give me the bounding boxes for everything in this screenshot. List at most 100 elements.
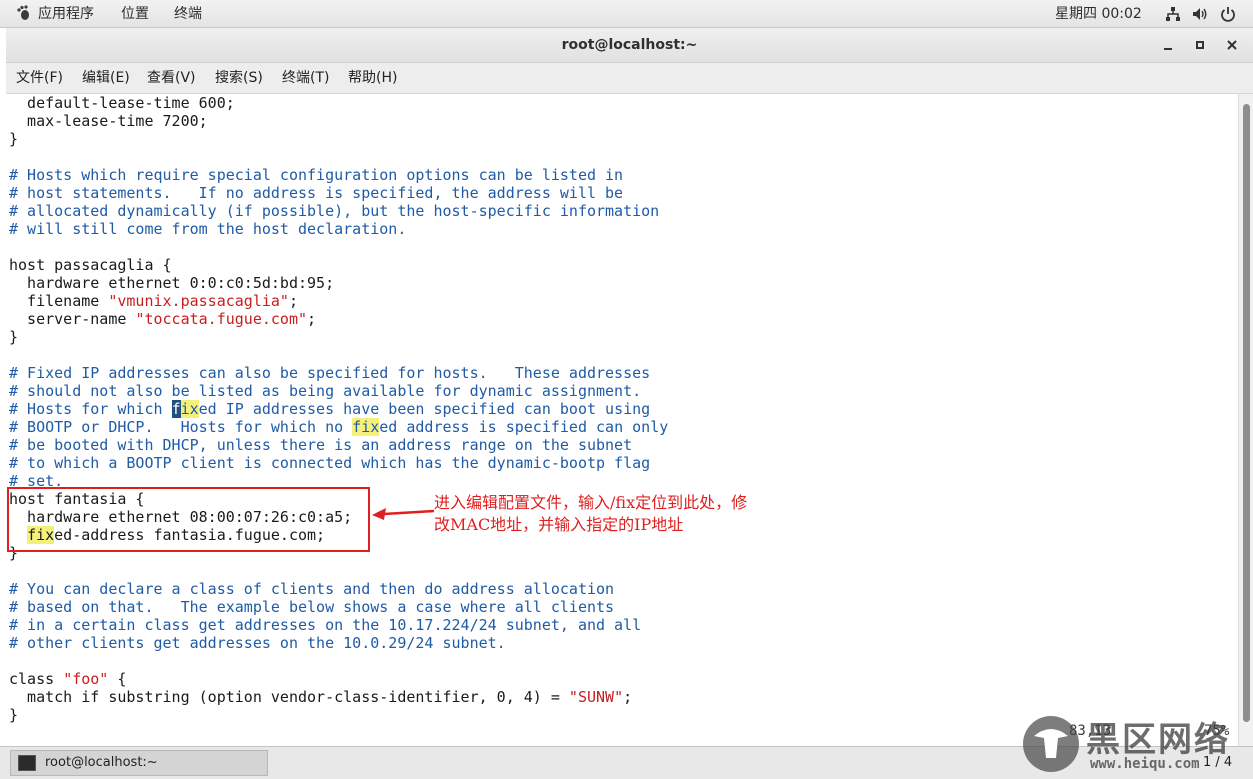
editor-line: match if substring (option vendor-class-… <box>9 688 632 706</box>
editor-token: match if substring (option vendor-class-… <box>9 688 569 706</box>
editor-token: hardware ethernet 0:0:c0:5d:bd:95; <box>9 274 335 292</box>
editor-line: } <box>9 130 18 148</box>
editor-token: # Fixed IP addresses can also be specifi… <box>9 364 651 382</box>
watermark: 黑区网络 www.heiqu.com <box>1018 712 1250 776</box>
menu-help[interactable]: 帮助(H) <box>348 69 397 87</box>
maximize-icon[interactable] <box>1193 38 1207 52</box>
editor-line: # other clients get addresses on the 10.… <box>9 634 506 652</box>
editor-token: "foo" <box>63 670 109 688</box>
editor-line: # allocated dynamically (if possible), b… <box>9 202 659 220</box>
editor-token: } <box>9 706 19 724</box>
editor-line: default-lease-time 600; <box>9 94 235 112</box>
watermark-text: 黑区网络 <box>1086 720 1230 760</box>
editor-token: ix <box>180 400 199 418</box>
editor-token: # allocated dynamically (if possible), b… <box>9 202 660 220</box>
editor-token: # Hosts which require special configurat… <box>9 166 624 184</box>
editor-token: fix <box>352 418 380 436</box>
menu-terminal[interactable]: 终端(T) <box>282 69 329 87</box>
watermark-logo-icon <box>1023 716 1079 772</box>
editor-token: class <box>9 670 64 688</box>
editor-token: filename <box>9 292 109 310</box>
editor-line: hardware ethernet 0:0:c0:5d:bd:95; <box>9 274 334 292</box>
editor-token: ed IP addresses have been specified can … <box>198 400 651 418</box>
editor-token: # should not also be listed as being ava… <box>9 382 642 400</box>
editor-line: # You can declare a class of clients and… <box>9 580 614 598</box>
editor-token: server-name <box>9 310 136 328</box>
editor-token: } <box>9 328 19 346</box>
taskbar-item-terminal[interactable]: root@localhost:~ <box>10 750 268 776</box>
editor-token: # other clients get addresses on the 10.… <box>9 634 506 652</box>
places-menu[interactable]: 位置 <box>121 4 149 24</box>
editor-line: # Hosts which require special configurat… <box>9 166 623 184</box>
minimize-icon[interactable] <box>1161 38 1175 52</box>
menu-search[interactable]: 搜索(S) <box>215 69 263 87</box>
applications-menu[interactable]: 应用程序 <box>38 4 94 24</box>
editor-line: } <box>9 706 18 724</box>
terminal-window: root@localhost:~ 文件(F) 编辑(E) 查看(V) 搜索(S)… <box>6 28 1253 746</box>
editor-line: server-name "toccata.fugue.com"; <box>9 310 316 328</box>
editor-token: "vmunix.passacaglia" <box>108 292 289 310</box>
editor-line: # host statements. If no address is spec… <box>9 184 623 202</box>
scrollbar[interactable] <box>1238 94 1253 746</box>
editor-token: host passacaglia { <box>9 256 172 274</box>
annotation-arrow-icon <box>372 508 435 520</box>
editor-token: # You can declare a class of clients and… <box>9 580 615 598</box>
editor-line: # will still come from the host declarat… <box>9 220 406 238</box>
editor-token: # Hosts for which <box>9 400 172 418</box>
editor-token: # to which a BOOTP client is connected w… <box>9 454 651 472</box>
editor-token: f <box>171 400 181 418</box>
annotation-highlight-box <box>7 487 370 552</box>
editor-token: { <box>108 670 127 688</box>
editor-token: # based on that. The example below shows… <box>9 598 615 616</box>
editor-token: } <box>9 130 19 148</box>
annotation-line-2: 改MAC地址，并输入指定的IP地址 <box>434 515 684 534</box>
clock[interactable]: 星期四 00:02 <box>1055 4 1142 24</box>
network-icon[interactable] <box>1165 6 1181 22</box>
terminal-menubar: 文件(F) 编辑(E) 查看(V) 搜索(S) 终端(T) 帮助(H) <box>6 63 1253 94</box>
editor-token: "toccata.fugue.com" <box>135 310 308 328</box>
taskbar-item-label: root@localhost:~ <box>45 755 158 770</box>
power-icon[interactable] <box>1220 6 1236 22</box>
window-titlebar[interactable]: root@localhost:~ <box>6 28 1253 63</box>
editor-token: max-lease-time 7200; <box>9 112 208 130</box>
editor-line: host passacaglia { <box>9 256 172 274</box>
editor-line: filename "vmunix.passacaglia"; <box>9 292 298 310</box>
window-title: root@localhost:~ <box>561 37 698 53</box>
editor-token: # be booted with DHCP, unless there is a… <box>9 436 633 454</box>
editor-line: # BOOTP or DHCP. Hosts for which no fixe… <box>9 418 668 436</box>
editor-token: # host statements. If no address is spec… <box>9 184 624 202</box>
editor-line: # be booted with DHCP, unless there is a… <box>9 436 632 454</box>
terminal-content[interactable]: default-lease-time 600; max-lease-time 7… <box>6 94 1238 746</box>
gnome-top-bar: 应用程序 位置 终端 星期四 00:02 <box>0 0 1253 28</box>
scrollbar-thumb[interactable] <box>1243 104 1250 722</box>
editor-line: # based on that. The example below shows… <box>9 598 614 616</box>
terminal-icon <box>18 755 36 771</box>
menu-edit[interactable]: 编辑(E) <box>82 69 130 87</box>
menu-file[interactable]: 文件(F) <box>16 69 63 87</box>
editor-token: # BOOTP or DHCP. Hosts for which no <box>9 418 353 436</box>
annotation-line-1: 进入编辑配置文件，输入/fix定位到此处，修 <box>434 493 748 512</box>
volume-icon[interactable] <box>1192 6 1208 22</box>
gnome-foot-icon[interactable] <box>14 4 32 22</box>
menu-view[interactable]: 查看(V) <box>147 69 196 87</box>
editor-line: max-lease-time 7200; <box>9 112 208 130</box>
editor-line: # Hosts for which fixed IP addresses hav… <box>9 400 650 418</box>
editor-line: # to which a BOOTP client is connected w… <box>9 454 650 472</box>
editor-token: ed address is specified can only <box>379 418 669 436</box>
editor-token: ; <box>623 688 633 706</box>
terminal-app-menu[interactable]: 终端 <box>174 4 202 24</box>
editor-token: ; <box>307 310 317 328</box>
editor-line: } <box>9 328 18 346</box>
editor-line: # should not also be listed as being ava… <box>9 382 641 400</box>
editor-token: # in a certain class get addresses on th… <box>9 616 642 634</box>
editor-token: ; <box>288 292 298 310</box>
editor-line: # in a certain class get addresses on th… <box>9 616 641 634</box>
editor-line: class "foo" { <box>9 670 126 688</box>
watermark-url: www.heiqu.com <box>1090 756 1200 772</box>
editor-line: # Fixed IP addresses can also be specifi… <box>9 364 650 382</box>
close-icon[interactable] <box>1225 38 1239 52</box>
editor-token: # will still come from the host declarat… <box>9 220 407 238</box>
editor-token: default-lease-time 600; <box>9 94 235 112</box>
annotation-text: 进入编辑配置文件，输入/fix定位到此处，修 改MAC地址，并输入指定的IP地址 <box>434 492 834 536</box>
editor-token: "SUNW" <box>568 688 624 706</box>
